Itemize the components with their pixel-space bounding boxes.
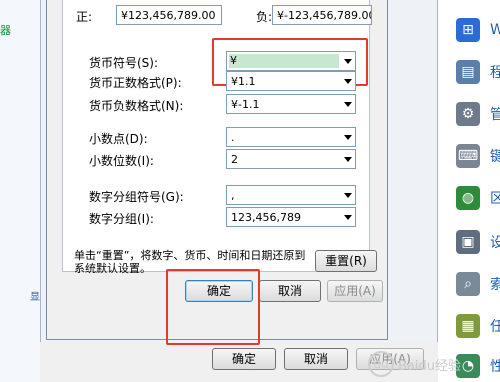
decimal-symbol-value: . xyxy=(231,131,235,144)
cp-item-admin-tools[interactable]: ⚙ 管 xyxy=(456,100,500,128)
negative-format-label: 货币负数格式(N): xyxy=(89,99,184,113)
cp-item-programs[interactable]: ▤ 程 xyxy=(456,58,500,86)
highlight-box-ok xyxy=(166,269,260,345)
cancel-button[interactable]: 取消 xyxy=(259,280,321,302)
cp-item-keyboard[interactable]: ⌨ 键 xyxy=(456,142,500,170)
control-panel-right-strip: ⊞ W ▤ 程 ⚙ 管 ⌨ 键 ◍ 区 ▣ 设 ⌕ 索 ▦ 任 ◔ 性 xyxy=(438,0,500,382)
chevron-down-icon xyxy=(344,215,352,220)
outer-cancel-button[interactable]: 取消 xyxy=(284,348,348,370)
chevron-down-icon xyxy=(344,79,352,84)
decimal-digits-label: 小数位数(I): xyxy=(89,154,154,168)
chevron-down-icon xyxy=(344,102,352,107)
chevron-down-icon xyxy=(344,193,352,198)
positive-example-field: ¥123,456,789.00 xyxy=(116,5,222,25)
negative-example-label: 负: xyxy=(256,10,273,24)
negative-example-field: ¥-123,456,789.00 xyxy=(272,5,372,25)
left-strip-text: 器 xyxy=(0,24,11,37)
baidu-paw-icon: du xyxy=(368,351,394,377)
group-symbol-label: 数字分组符号(G): xyxy=(89,190,184,204)
search-magnifier-icon: ⌕ xyxy=(456,272,480,296)
windows-flag-icon: ⊞ xyxy=(456,18,480,42)
taskbar-icon: ▦ xyxy=(456,314,480,338)
cp-item-windows[interactable]: ⊞ W xyxy=(456,16,500,44)
left-strip-mark: 显 xyxy=(30,292,40,303)
cp-item-taskbar[interactable]: ▦ 任 xyxy=(456,312,500,340)
positive-format-combo[interactable]: ¥1.1 xyxy=(226,71,356,91)
grouping-combo[interactable]: 123,456,789 xyxy=(226,207,356,227)
device-icon: ▣ xyxy=(456,230,480,254)
group-symbol-value: , xyxy=(231,189,235,202)
cp-item-region[interactable]: ◍ 区 xyxy=(456,184,500,212)
negative-format-value: ¥-1.1 xyxy=(231,98,260,111)
negative-format-combo[interactable]: ¥-1.1 xyxy=(226,94,356,114)
apply-button[interactable]: 应用(A) xyxy=(327,280,383,302)
currency-symbol-label: 货币符号(S): xyxy=(89,56,159,70)
positive-format-label: 货币正数格式(P): xyxy=(89,76,182,90)
group-symbol-combo[interactable]: , xyxy=(226,185,356,205)
reset-button[interactable]: 重置(R) xyxy=(315,250,377,272)
decimal-symbol-label: 小数点(D): xyxy=(89,132,148,146)
cp-item-devices[interactable]: ▣ 设 xyxy=(456,228,500,256)
keyboard-icon: ⌨ xyxy=(456,144,480,168)
decimal-digits-combo[interactable]: 2 xyxy=(226,149,356,169)
positive-format-value: ¥1.1 xyxy=(231,75,256,88)
chevron-down-icon xyxy=(344,157,352,162)
globe-clock-icon: ◍ xyxy=(456,186,480,210)
decimal-digits-value: 2 xyxy=(231,153,238,166)
cp-item-indexing[interactable]: ⌕ 索 xyxy=(456,270,500,298)
control-panel-left-strip xyxy=(0,0,40,382)
positive-example-label: 正: xyxy=(76,10,93,24)
grouping-label: 数字分组(I): xyxy=(89,212,154,226)
outer-ok-button[interactable]: 确定 xyxy=(212,348,276,370)
programs-icon: ▤ xyxy=(456,60,480,84)
baidu-watermark: du Baidu经验 xyxy=(368,346,500,382)
grouping-value: 123,456,789 xyxy=(231,211,301,224)
decimal-symbol-combo[interactable]: . xyxy=(226,127,356,147)
watermark-text: Baidu经验 xyxy=(398,358,461,374)
admin-tools-icon: ⚙ xyxy=(456,102,480,126)
chevron-down-icon xyxy=(344,135,352,140)
